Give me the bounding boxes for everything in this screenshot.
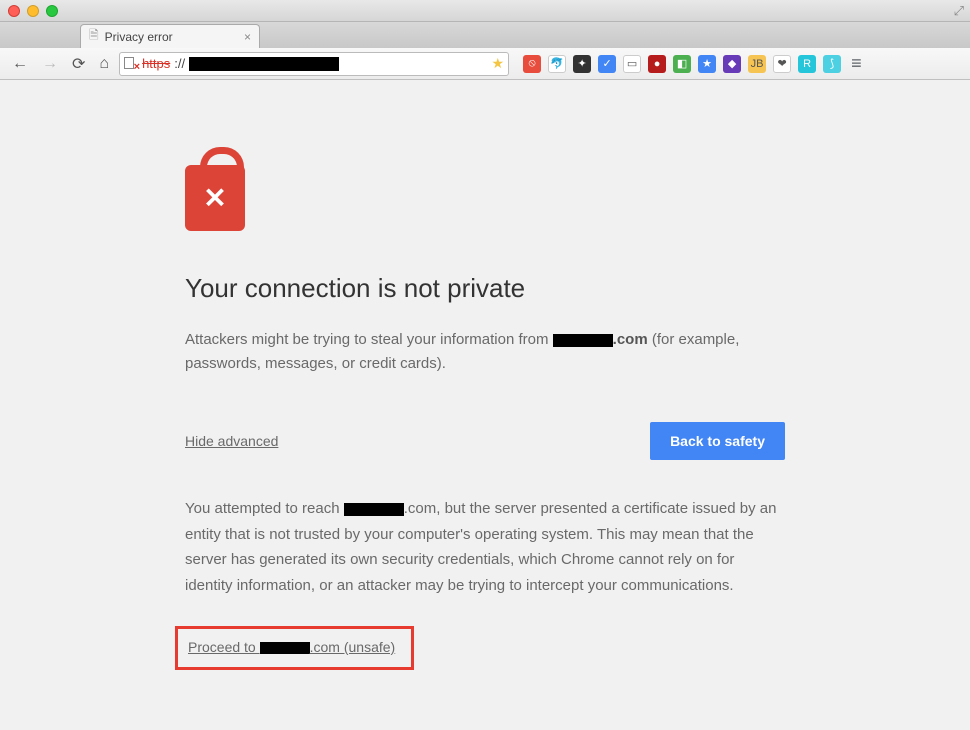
home-button[interactable]: ⌂ (95, 53, 113, 75)
ext-5-icon[interactable]: ▭ (623, 55, 641, 73)
ext-1-icon[interactable]: ⦸ (523, 55, 541, 73)
detail-domain-redacted (344, 503, 404, 516)
page-title: Your connection is not private (185, 273, 785, 304)
reload-button[interactable]: ⟳ (68, 52, 89, 76)
ext-2-icon[interactable]: 🐬 (548, 55, 566, 73)
address-bar[interactable]: × https :// ★ (119, 52, 509, 76)
ext-11-icon[interactable]: ❤ (773, 55, 791, 73)
bookmark-star-icon[interactable]: ★ (492, 55, 505, 72)
ext-9-icon[interactable]: ◆ (723, 55, 741, 73)
proceed-domain-redacted (260, 642, 310, 654)
action-row: Hide advanced Back to safety (185, 422, 785, 460)
warning-paragraph: Attackers might be trying to steal your … (185, 328, 785, 376)
ext-3-icon[interactable]: ✦ (573, 55, 591, 73)
warning-domain-suffix: .com (613, 331, 648, 348)
back-button[interactable]: ← (8, 53, 32, 75)
ext-10-icon[interactable]: JB (748, 55, 766, 73)
proceed-highlight-box: Proceed to .com (unsafe) (175, 626, 414, 670)
back-to-safety-button[interactable]: Back to safety (650, 422, 785, 460)
hide-advanced-link[interactable]: Hide advanced (185, 433, 278, 449)
ext-6-icon[interactable]: ● (648, 55, 666, 73)
zoom-window-button[interactable] (46, 5, 58, 17)
detail-paragraph: You attempted to reach .com, but the ser… (185, 496, 785, 598)
ext-4-icon[interactable]: ✓ (598, 55, 616, 73)
detail-domain-suffix: .com (404, 500, 437, 517)
detail-prefix: You attempted to reach (185, 500, 344, 517)
window-titlebar: ⤢ (0, 0, 970, 22)
ext-12-icon[interactable]: R (798, 55, 816, 73)
fullscreen-icon[interactable]: ⤢ (954, 3, 964, 19)
page-icon: 🗎 (89, 26, 99, 47)
traffic-lights (8, 5, 58, 17)
close-window-button[interactable] (8, 5, 20, 17)
ext-7-icon[interactable]: ◧ (673, 55, 691, 73)
proceed-suffix: .com (unsafe) (310, 639, 396, 655)
browser-toolbar: ← → ⟳ ⌂ × https :// ★ ⦸ 🐬 ✦ ✓ ▭ ● ◧ ★ ◆ JB ❤ R ⟆ ≡ (0, 48, 970, 80)
close-tab-icon[interactable]: × (244, 30, 251, 44)
proceed-unsafe-link[interactable]: Proceed to .com (unsafe) (188, 639, 395, 655)
tab-title: Privacy error (105, 30, 173, 44)
insecure-cert-icon: × (124, 57, 138, 71)
extensions-row: ⦸ 🐬 ✦ ✓ ▭ ● ◧ ★ ◆ JB ❤ R ⟆ (523, 55, 841, 73)
minimize-window-button[interactable] (27, 5, 39, 17)
forward-button[interactable]: → (38, 53, 62, 75)
url-sep: :// (174, 56, 185, 71)
ssl-interstitial: ✕ Your connection is not private Attacke… (185, 165, 785, 670)
ext-8-icon[interactable]: ★ (698, 55, 716, 73)
proceed-prefix: Proceed to (188, 639, 260, 655)
browser-tab[interactable]: 🗎 Privacy error × (80, 24, 260, 48)
ext-13-icon[interactable]: ⟆ (823, 55, 841, 73)
menu-button[interactable]: ≡ (851, 53, 862, 74)
url-host-redacted (189, 57, 339, 71)
url-scheme: https (142, 56, 170, 71)
warning-domain-redacted (553, 334, 613, 347)
lock-error-icon: ✕ (185, 165, 245, 231)
tab-strip: 🗎 Privacy error × (0, 22, 970, 48)
page-content: ✕ Your connection is not private Attacke… (0, 80, 970, 730)
warning-prefix: Attackers might be trying to steal your … (185, 331, 553, 348)
